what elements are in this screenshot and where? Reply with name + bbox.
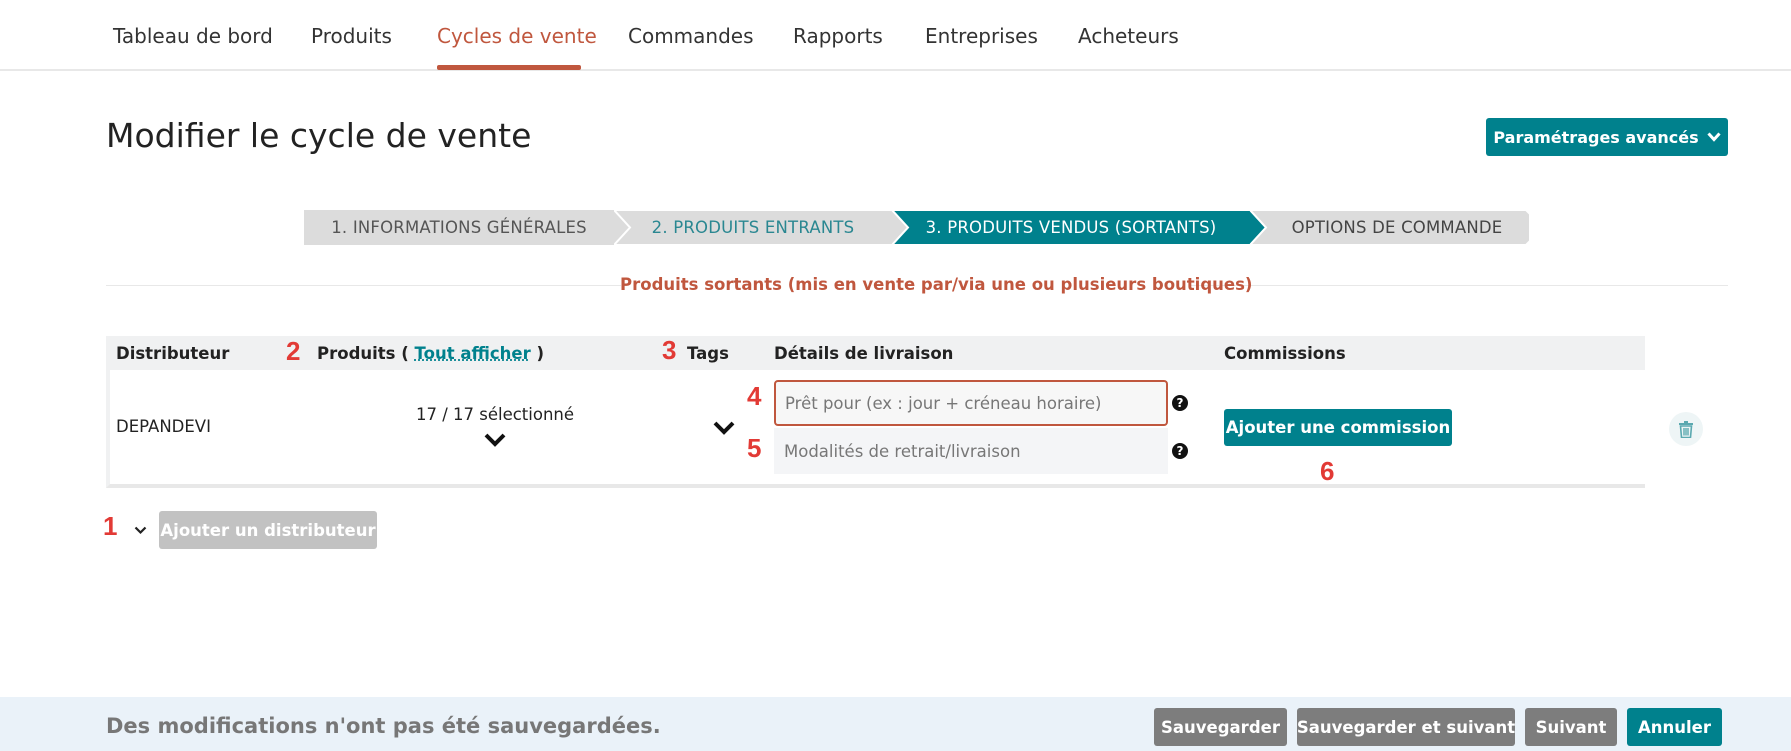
step-incoming-products-label: 2. PRODUITS ENTRANTS: [651, 218, 855, 237]
products-count: 17 / 17 sélectionné: [415, 405, 575, 424]
add-commission-button[interactable]: Ajouter une commission: [1224, 409, 1452, 446]
annotation-2: 2: [286, 336, 301, 366]
nav-item-orders[interactable]: Commandes: [628, 24, 754, 48]
nav-item-buyers[interactable]: Acheteurs: [1078, 24, 1179, 48]
header-delivery: Détails de livraison: [774, 344, 954, 363]
distributor-name: DEPANDEVI: [116, 417, 211, 436]
save-and-next-button[interactable]: Sauvegarder et suivant: [1297, 708, 1515, 746]
cancel-button[interactable]: Annuler: [1627, 708, 1722, 746]
header-distributor: Distributeur: [116, 344, 230, 363]
unsaved-changes-message: Des modifications n'ont pas été sauvegar…: [106, 714, 661, 738]
page-title: Modifier le cycle de vente: [106, 116, 532, 155]
nav-item-reports[interactable]: Rapports: [793, 24, 883, 48]
trash-icon: [1679, 420, 1693, 438]
step-general-info[interactable]: 1. INFORMATIONS GÉNÉRALES: [304, 210, 630, 245]
table-header: Distributeur Produits ( Tout afficher ) …: [106, 336, 1645, 370]
nav-item-products[interactable]: Produits: [311, 24, 392, 48]
annotation-1: 1: [103, 511, 118, 541]
step-general-info-label: 1. INFORMATIONS GÉNÉRALES: [331, 218, 587, 237]
header-commissions: Commissions: [1224, 344, 1346, 363]
step-sold-products-label: 3. PRODUITS VENDUS (SORTANTS): [925, 218, 1217, 237]
header-products: Produits ( Tout afficher ): [317, 344, 544, 363]
step-order-options[interactable]: OPTIONS DE COMMANDE: [1250, 210, 1530, 245]
help-icon[interactable]: ?: [1172, 395, 1188, 411]
distributor-select[interactable]: [124, 511, 156, 549]
step-sold-products[interactable]: 3. PRODUITS VENDUS (SORTANTS): [892, 210, 1266, 245]
delete-row-button[interactable]: [1669, 412, 1703, 446]
ready-for-input[interactable]: Prêt pour (ex : jour + créneau horaire): [774, 380, 1168, 426]
annotation-4: 4: [747, 381, 762, 411]
chevron-down-icon[interactable]: [484, 433, 506, 448]
step-order-options-label: OPTIONS DE COMMANDE: [1291, 218, 1503, 237]
nav-item-companies[interactable]: Entreprises: [925, 24, 1038, 48]
pickup-delivery-input[interactable]: Modalités de retrait/livraison: [774, 428, 1168, 474]
save-button[interactable]: Sauvegarder: [1154, 708, 1287, 746]
products-selection[interactable]: 17 / 17 sélectionné: [400, 405, 590, 424]
nav-active-indicator: [437, 65, 581, 70]
header-products-label: Produits: [317, 344, 396, 363]
show-all-link[interactable]: Tout afficher: [415, 344, 531, 363]
advanced-settings-button[interactable]: Paramétrages avancés: [1486, 118, 1728, 156]
header-products-open: (: [401, 344, 409, 363]
header-tags: Tags: [687, 344, 729, 363]
step-incoming-products[interactable]: 2. PRODUITS ENTRANTS: [614, 210, 908, 245]
tags-chevron-down-icon[interactable]: [713, 421, 735, 436]
help-icon[interactable]: ?: [1172, 443, 1188, 459]
advanced-settings-label: Paramétrages avancés: [1493, 127, 1699, 147]
section-title: Produits sortants (mis en vente par/via …: [620, 275, 1253, 294]
next-button[interactable]: Suivant: [1525, 708, 1617, 746]
top-navigation: Tableau de bord Produits Cycles de vente…: [0, 0, 1791, 71]
pickup-delivery-placeholder: Modalités de retrait/livraison: [784, 441, 1021, 461]
header-products-close: ): [536, 344, 545, 363]
annotation-3: 3: [662, 335, 677, 365]
annotation-6: 6: [1320, 456, 1335, 486]
nav-item-sales-cycles[interactable]: Cycles de vente: [437, 24, 597, 48]
wizard-steps: 1. INFORMATIONS GÉNÉRALES 2. PRODUITS EN…: [304, 210, 1530, 245]
nav-item-dashboard[interactable]: Tableau de bord: [113, 24, 273, 48]
ready-for-placeholder: Prêt pour (ex : jour + créneau horaire): [785, 393, 1102, 413]
section-divider: [1190, 285, 1728, 286]
chevron-down-icon: [134, 526, 146, 534]
section-divider: [106, 285, 621, 286]
add-distributor-button[interactable]: Ajouter un distributeur: [159, 511, 377, 549]
chevron-down-icon: [1707, 132, 1721, 142]
annotation-5: 5: [747, 433, 762, 463]
